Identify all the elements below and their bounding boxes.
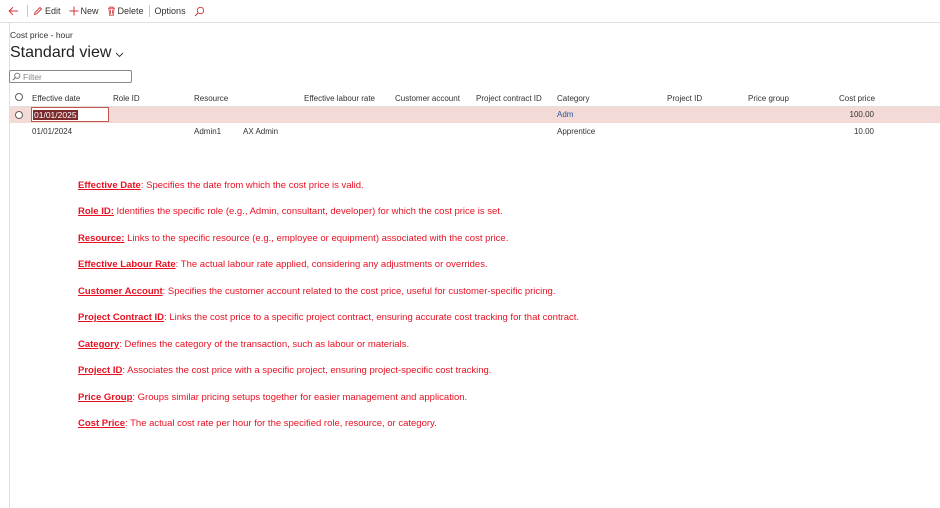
edit-button[interactable]: Edit: [29, 0, 65, 22]
cost-price-cell[interactable]: 100.00: [824, 110, 874, 119]
toolbar-separator: [148, 5, 150, 17]
annotation-term: Effective Date: [78, 180, 141, 191]
resource-cell[interactable]: Admin1: [194, 127, 221, 136]
effective-date-input[interactable]: 01/01/2025: [31, 107, 109, 122]
column-header-project-id[interactable]: Project ID: [667, 94, 702, 103]
back-button[interactable]: [0, 0, 26, 22]
annotation-term: Resource:: [78, 233, 125, 244]
annotation-text: : Groups similar pricing setups together…: [132, 392, 468, 403]
search-icon: [194, 6, 204, 16]
annotation-term: Role ID:: [78, 206, 114, 217]
column-header-effective-labour-rate[interactable]: Effective labour rate: [304, 94, 375, 103]
view-selector[interactable]: Standard view: [10, 44, 124, 62]
annotation-effective-labour-rate: Effective Labour Rate: The actual labour…: [78, 259, 488, 270]
page-title: Standard view: [10, 44, 112, 61]
effective-date-value: 01/01/2025: [33, 110, 78, 120]
annotation-text: : Links the cost price to a specific pro…: [164, 312, 580, 323]
column-header-resource[interactable]: Resource: [194, 94, 228, 103]
column-header-price-group[interactable]: Price group: [748, 94, 789, 103]
trash-icon: [107, 6, 115, 16]
column-header-effective-date[interactable]: Effective date: [32, 94, 80, 103]
annotation-category: Category: Defines the category of the tr…: [78, 339, 409, 350]
annotation-text: Identifies the specific role (e.g., Admi…: [113, 206, 503, 217]
cost-price-cell[interactable]: 10.00: [824, 127, 874, 136]
action-pane: Edit New Delete Options: [0, 0, 940, 23]
new-button[interactable]: New: [65, 0, 103, 22]
filter-input[interactable]: Filter: [9, 70, 132, 83]
select-all-radio[interactable]: [15, 93, 23, 101]
new-label: New: [80, 6, 99, 16]
annotation-term: Category: [78, 339, 120, 350]
search-icon: [12, 72, 21, 81]
annotation-text: : Associates the cost price with a speci…: [122, 365, 492, 376]
annotation-text: : Specifies the date from which the cost…: [140, 180, 364, 191]
resource-name-cell: AX Admin: [243, 127, 279, 136]
plus-icon: [69, 6, 79, 16]
table-row[interactable]: 01/01/2024 Admin1 AX Admin Apprentice 10…: [10, 124, 940, 140]
annotation-term: Effective Labour Rate: [78, 259, 176, 270]
column-header-customer-account[interactable]: Customer account: [395, 94, 460, 103]
pencil-icon: [33, 6, 43, 16]
column-header-project-contract-id[interactable]: Project contract ID: [476, 94, 542, 103]
toolbar-separator: [27, 5, 28, 17]
annotation-text: : Specifies the customer account related…: [162, 286, 556, 297]
category-cell[interactable]: Apprentice: [557, 127, 595, 136]
annotation-text: : The actual labour rate applied, consid…: [175, 259, 488, 270]
annotation-cost-price: Cost Price: The actual cost rate per hou…: [78, 418, 437, 429]
annotation-resource: Resource: Links to the specific resource…: [78, 233, 508, 244]
annotation-text: : The actual cost rate per hour for the …: [125, 418, 437, 429]
back-arrow-icon: [8, 6, 18, 16]
column-header-cost-price[interactable]: Cost price: [839, 94, 875, 103]
annotation-term: Price Group: [78, 392, 133, 403]
table-row[interactable]: 01/01/2025 Adm 100.00: [10, 107, 940, 123]
row-select-radio[interactable]: [15, 111, 23, 119]
options-label: Options: [154, 6, 186, 16]
annotation-term: Project Contract ID: [78, 312, 165, 323]
annotation-customer-account: Customer Account: Specifies the customer…: [78, 286, 556, 297]
search-button[interactable]: [190, 0, 211, 22]
edit-label: Edit: [45, 6, 61, 16]
delete-button[interactable]: Delete: [103, 0, 148, 22]
options-button[interactable]: Options: [151, 0, 190, 22]
annotation-price-group: Price Group: Groups similar pricing setu…: [78, 392, 467, 403]
category-link[interactable]: Adm: [557, 110, 573, 119]
annotation-project-contract-id: Project Contract ID: Links the cost pric…: [78, 312, 579, 323]
filter-placeholder: Filter: [23, 71, 42, 82]
page-caption: Cost price - hour: [10, 30, 73, 40]
annotation-term: Cost Price: [78, 418, 125, 429]
annotation-text: : Defines the category of the transactio…: [119, 339, 410, 350]
column-header-role-id[interactable]: Role ID: [113, 94, 140, 103]
grid-header: Effective date Role ID Resource Effectiv…: [10, 92, 940, 107]
delete-label: Delete: [117, 6, 144, 16]
annotation-term: Project ID: [78, 365, 123, 376]
annotation-effective-date: Effective Date: Specifies the date from …: [78, 180, 364, 191]
chevron-down-icon: [116, 52, 124, 57]
annotation-project-id: Project ID: Associates the cost price wi…: [78, 365, 491, 376]
annotation-term: Customer Account: [78, 286, 163, 297]
effective-date-cell[interactable]: 01/01/2024: [32, 127, 72, 136]
annotation-text: Links to the specific resource (e.g., em…: [124, 233, 509, 244]
column-header-category[interactable]: Category: [557, 94, 589, 103]
annotation-role-id: Role ID: Identifies the specific role (e…: [78, 206, 503, 217]
